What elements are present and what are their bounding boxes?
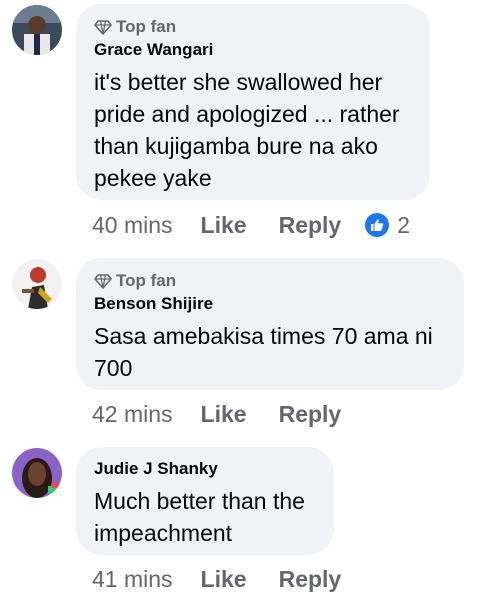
comment-text: Much better than the impeachment — [94, 488, 305, 546]
top-fan-badge: Top fan — [94, 270, 446, 292]
diamond-icon — [94, 20, 112, 35]
comment-text: it's better she swallowed her pride and … — [94, 69, 400, 191]
badge-label: Top fan — [116, 271, 177, 290]
comment-author[interactable]: Judie J Shanky — [94, 459, 316, 481]
like-button[interactable]: Like — [201, 566, 247, 593]
reply-button[interactable]: Reply — [279, 566, 342, 593]
reply-button[interactable]: Reply — [279, 212, 342, 239]
reply-button[interactable]: Reply — [279, 401, 342, 428]
comment-actions: 41 mins Like Reply — [92, 564, 373, 594]
avatar[interactable] — [12, 448, 62, 498]
comment-bubble: Top fan Benson Shijire Sasa amebakisa ti… — [76, 258, 464, 390]
top-fan-badge: Top fan — [94, 16, 412, 38]
avatar-image — [12, 448, 62, 498]
like-button[interactable]: Like — [201, 401, 247, 428]
like-button[interactable]: Like — [201, 212, 247, 239]
comment-timestamp[interactable]: 41 mins — [92, 566, 173, 593]
comment-bubble: Top fan Grace Wangari it's better she sw… — [76, 4, 430, 200]
like-icon — [365, 213, 390, 237]
diamond-icon — [94, 274, 112, 289]
comment-bubble: Judie J Shanky Much better than the impe… — [76, 447, 334, 555]
comment-author[interactable]: Grace Wangari — [94, 40, 412, 62]
reaction-summary[interactable]: 2 — [365, 212, 410, 239]
avatar[interactable] — [12, 5, 62, 55]
avatar[interactable] — [12, 259, 62, 309]
comment-actions: 40 mins Like Reply 2 — [92, 210, 410, 240]
reaction-count: 2 — [397, 211, 411, 238]
avatar-image — [12, 5, 62, 55]
comment-author[interactable]: Benson Shijire — [94, 294, 446, 316]
comment-actions: 42 mins Like Reply — [92, 399, 373, 429]
comment-text: Sasa amebakisa times 70 ama ni 700 — [94, 323, 433, 381]
avatar-image — [12, 259, 62, 309]
comment-timestamp[interactable]: 40 mins — [92, 212, 173, 239]
comment-timestamp[interactable]: 42 mins — [92, 401, 173, 428]
badge-label: Top fan — [116, 17, 177, 36]
